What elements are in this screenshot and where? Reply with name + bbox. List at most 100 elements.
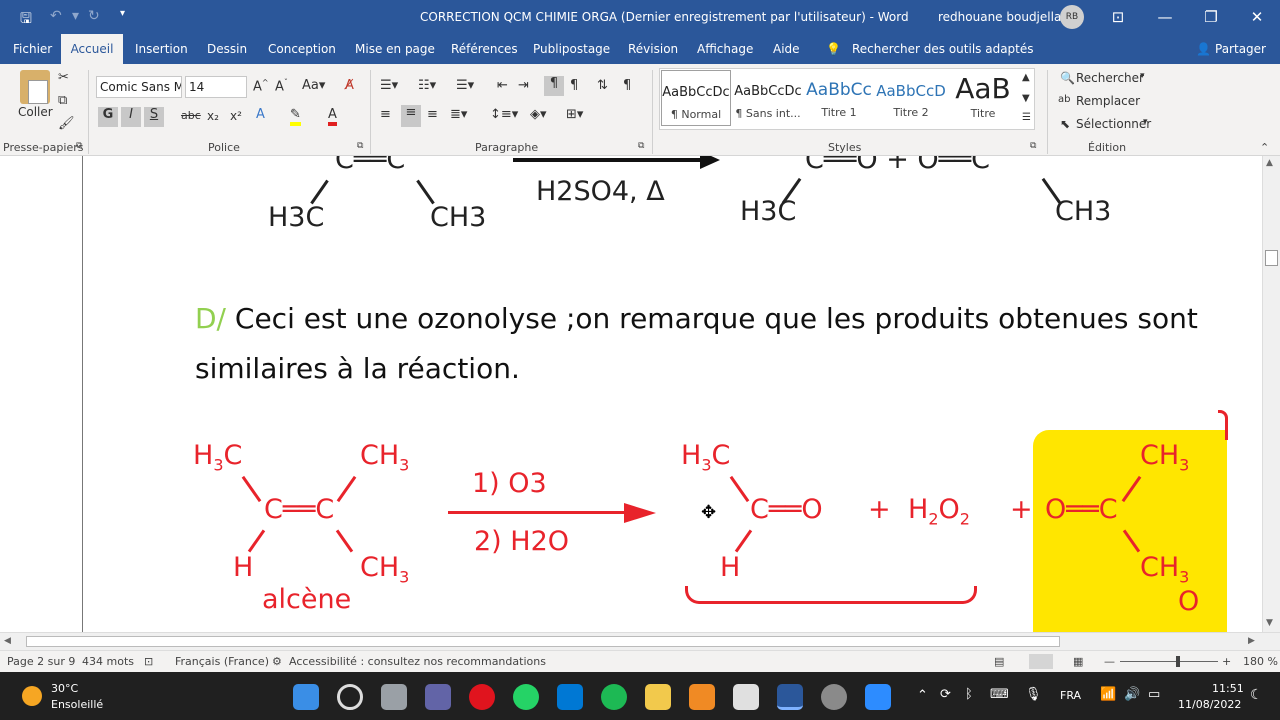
- zoom-slider-thumb[interactable]: [1176, 656, 1180, 667]
- paragraph-d[interactable]: D/ Ceci est une ozonolyse ;on remarque q…: [195, 294, 1235, 394]
- sort-icon[interactable]: ⇅: [597, 78, 608, 93]
- bullets-icon[interactable]: ☰▾: [380, 78, 398, 93]
- customize-quick-access-icon[interactable]: ▾: [120, 8, 125, 19]
- find-dropdown-icon[interactable]: ▾: [1140, 71, 1145, 81]
- find-button[interactable]: Rechercher: [1076, 71, 1144, 85]
- undo-icon[interactable]: ↶: [50, 8, 62, 24]
- mic-icon[interactable]: 🎙: [1025, 687, 1042, 702]
- redo-icon[interactable]: ↻: [88, 8, 100, 24]
- user-name[interactable]: redhouane boudjellal: [938, 10, 1065, 24]
- font-name-field[interactable]: Comic Sans M: [96, 76, 182, 98]
- restore-button[interactable]: ❐: [1198, 4, 1224, 30]
- vertical-scrollbar[interactable]: ▲ ▼: [1262, 156, 1280, 632]
- tab-dessin[interactable]: Dessin: [207, 42, 247, 56]
- styles-more-icon[interactable]: ☰: [1022, 112, 1031, 123]
- clipboard-launcher-icon[interactable]: ⧉: [76, 141, 82, 151]
- text-effects-icon[interactable]: A: [256, 107, 265, 122]
- minimize-button[interactable]: —: [1152, 4, 1178, 30]
- styles-launcher-icon[interactable]: ⧉: [1030, 141, 1036, 151]
- store-icon[interactable]: [557, 684, 583, 710]
- line-spacing-icon[interactable]: ↕≡▾: [490, 107, 518, 122]
- ltr-icon[interactable]: ¶: [544, 76, 564, 96]
- scroll-up-icon[interactable]: ▲: [1266, 158, 1273, 168]
- print-layout-icon[interactable]: [1029, 654, 1053, 669]
- file-explorer-icon[interactable]: [645, 684, 671, 710]
- app-icon[interactable]: [689, 684, 715, 710]
- style-no-spacing[interactable]: AaBbCcDc ¶ Sans int...: [733, 70, 803, 126]
- settings-icon[interactable]: [821, 684, 847, 710]
- start-icon[interactable]: [293, 684, 319, 710]
- align-right-icon[interactable]: ≡: [427, 107, 438, 122]
- superscript-icon[interactable]: x²: [230, 109, 242, 123]
- zoom-app-icon[interactable]: [865, 684, 891, 710]
- battery-icon[interactable]: ▭: [1148, 687, 1160, 702]
- bold-icon[interactable]: G: [98, 107, 118, 127]
- clock-time[interactable]: 11:51: [1212, 682, 1244, 695]
- select-icon[interactable]: ⬉: [1060, 117, 1070, 131]
- accessibility-icon[interactable]: ⚙: [272, 655, 282, 668]
- horizontal-scrollbar[interactable]: ◀ ▶: [0, 632, 1280, 650]
- rtl-icon[interactable]: ¶: [570, 78, 578, 93]
- undo-dropdown-icon[interactable]: ▾: [72, 8, 79, 24]
- multilevel-list-icon[interactable]: ☰▾: [456, 78, 474, 93]
- word-icon[interactable]: [777, 684, 803, 710]
- styles-scroll-up-icon[interactable]: ▲: [1022, 72, 1030, 83]
- cut-icon[interactable]: ✂: [58, 70, 69, 85]
- whatsapp-icon[interactable]: [513, 684, 539, 710]
- spotify-icon[interactable]: [601, 684, 627, 710]
- proofing-icon[interactable]: ⊡: [144, 655, 153, 668]
- copy-icon[interactable]: ⧉: [58, 93, 67, 108]
- weather-temp[interactable]: 30°C: [51, 682, 78, 695]
- bluetooth-icon[interactable]: ᛒ: [965, 687, 973, 702]
- style-heading-2[interactable]: AaBbCcD Titre 2: [876, 70, 946, 126]
- style-normal[interactable]: AaBbCcDc ¶ Normal: [661, 70, 731, 126]
- paragraph-launcher-icon[interactable]: ⧉: [638, 141, 644, 151]
- ribbon-display-icon[interactable]: ⊡: [1105, 4, 1131, 30]
- read-mode-icon[interactable]: ▤: [994, 655, 1004, 668]
- opera-icon[interactable]: [469, 684, 495, 710]
- scroll-thumb[interactable]: [1265, 250, 1278, 266]
- page-count[interactable]: Page 2 sur 9: [7, 655, 75, 668]
- decrease-indent-icon[interactable]: ⇤: [497, 78, 508, 93]
- snipping-icon[interactable]: [733, 684, 759, 710]
- shrink-font-icon[interactable]: Aˇ: [275, 78, 288, 94]
- word-count[interactable]: 434 mots: [82, 655, 134, 668]
- clock-date[interactable]: 11/08/2022: [1178, 698, 1241, 711]
- strikethrough-icon[interactable]: abc: [181, 109, 201, 122]
- change-case-icon[interactable]: Aa▾: [302, 78, 325, 93]
- select-dropdown-icon[interactable]: ▾: [1143, 117, 1148, 127]
- search-icon[interactable]: [337, 684, 363, 710]
- sync-icon[interactable]: ⟳: [940, 687, 951, 702]
- tab-aide[interactable]: Aide: [773, 42, 800, 56]
- task-view-icon[interactable]: [381, 684, 407, 710]
- tab-publipostage[interactable]: Publipostage: [533, 42, 610, 56]
- align-center-icon[interactable]: ≡: [401, 105, 421, 127]
- input-language[interactable]: FRA: [1060, 689, 1081, 702]
- weather-desc[interactable]: Ensoleillé: [51, 698, 103, 711]
- share-button[interactable]: Partager: [1215, 42, 1266, 56]
- style-heading-1[interactable]: AaBbCc Titre 1: [804, 70, 874, 126]
- italic-icon[interactable]: I: [121, 107, 141, 127]
- styles-scroll-down-icon[interactable]: ▼: [1022, 93, 1030, 104]
- font-color-icon[interactable]: A: [328, 107, 337, 126]
- scroll-left-icon[interactable]: ◀: [4, 636, 11, 646]
- avatar[interactable]: RB: [1060, 5, 1084, 29]
- numbering-icon[interactable]: ☷▾: [418, 78, 436, 93]
- zoom-slider[interactable]: [1120, 661, 1218, 662]
- collapse-ribbon-icon[interactable]: ⌃: [1260, 141, 1269, 154]
- language[interactable]: Français (France): [175, 655, 269, 668]
- shading-icon[interactable]: ◈▾: [530, 107, 547, 122]
- tell-me-search[interactable]: Rechercher des outils adaptés: [852, 42, 1034, 56]
- scroll-down-icon[interactable]: ▼: [1266, 618, 1273, 628]
- borders-icon[interactable]: ⊞▾: [566, 107, 583, 122]
- tab-affichage[interactable]: Affichage: [697, 42, 753, 56]
- tab-revision[interactable]: Révision: [628, 42, 678, 56]
- format-painter-icon[interactable]: 🖌: [58, 116, 75, 131]
- grow-font-icon[interactable]: A^: [253, 78, 269, 94]
- paste-button[interactable]: Coller: [18, 105, 53, 119]
- wifi-icon[interactable]: 📶: [1100, 687, 1116, 702]
- tab-insertion[interactable]: Insertion: [135, 42, 188, 56]
- tab-accueil[interactable]: Accueil: [61, 34, 123, 64]
- replace-button[interactable]: Remplacer: [1076, 94, 1140, 108]
- zoom-in-icon[interactable]: +: [1222, 655, 1231, 668]
